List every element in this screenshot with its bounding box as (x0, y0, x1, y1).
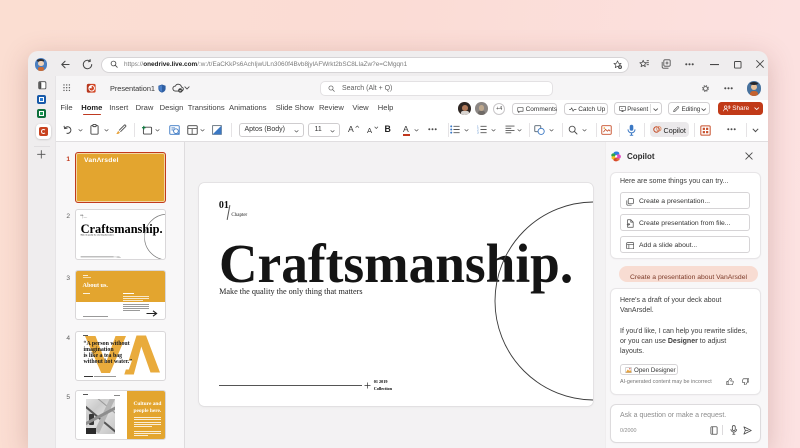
svg-text:3: 3 (477, 131, 479, 135)
